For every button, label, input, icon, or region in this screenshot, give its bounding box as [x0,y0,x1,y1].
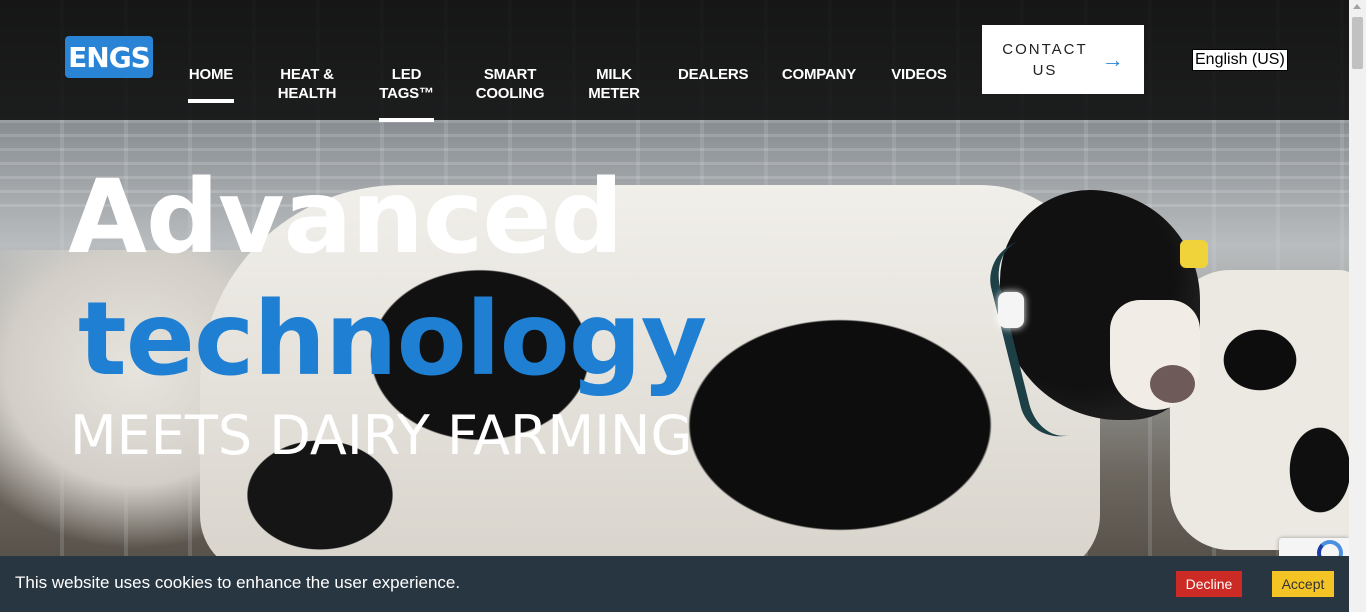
arrow-right-icon: → [1101,46,1124,72]
nav-smart-cooling-label: SMART COOLING [475,66,545,102]
nav-videos-label: VIDEOS [891,66,947,83]
scroll-up-arrow-icon[interactable] [1353,4,1361,9]
accept-button[interactable]: Accept [1272,571,1334,597]
scroll-thumb[interactable] [1352,17,1363,69]
decline-button[interactable]: Decline [1176,571,1242,597]
cow-nose [1150,365,1195,403]
nav-home[interactable]: HOME [188,46,234,103]
hero-headline-line2: technology [78,280,707,399]
nav-led-tags[interactable]: LED TAGS™ [379,46,434,122]
cookie-message: This website uses cookies to enhance the… [15,573,461,592]
nav-heat-health[interactable]: HEAT & HEALTH [276,46,338,103]
contact-us-label: CONTACT US [1002,40,1088,79]
contact-us-button[interactable]: CONTACT US → [982,25,1144,94]
nav-smart-cooling[interactable]: SMART COOLING [474,46,546,103]
active-underline [188,99,234,103]
ear-tag-icon [1180,240,1208,268]
top-navigation-bar: ENGS HOME HEAT & HEALTH LED TAGS™ SMART … [0,0,1349,122]
hero-headline-line1: Advanced [68,158,624,277]
engs-logo[interactable]: ENGS [65,36,153,78]
nav-home-label: HOME [188,66,234,83]
page-scrollbar[interactable] [1349,0,1366,612]
nav-dealers[interactable]: DEALERS [678,46,749,84]
nav-milk-meter-label: MILK METER [588,66,640,102]
nav-heat-health-label: HEAT & HEALTH [277,66,337,102]
led-tag-icon [998,292,1024,328]
nav-company[interactable]: COMPANY [779,46,859,84]
nav-company-label: COMPANY [781,66,857,83]
nav-videos[interactable]: VIDEOS [890,46,948,84]
nav-dealers-label: DEALERS [678,66,749,83]
nav-led-tags-label: LED TAGS™ [379,66,434,102]
hero-subheadline: MEETS DAIRY FARMING [70,404,693,467]
nav-milk-meter[interactable]: MILK METER [588,46,640,103]
language-selector[interactable]: English (US) [1192,49,1288,71]
hover-underline [379,118,434,122]
cookie-banner: This website uses cookies to enhance the… [0,556,1349,612]
